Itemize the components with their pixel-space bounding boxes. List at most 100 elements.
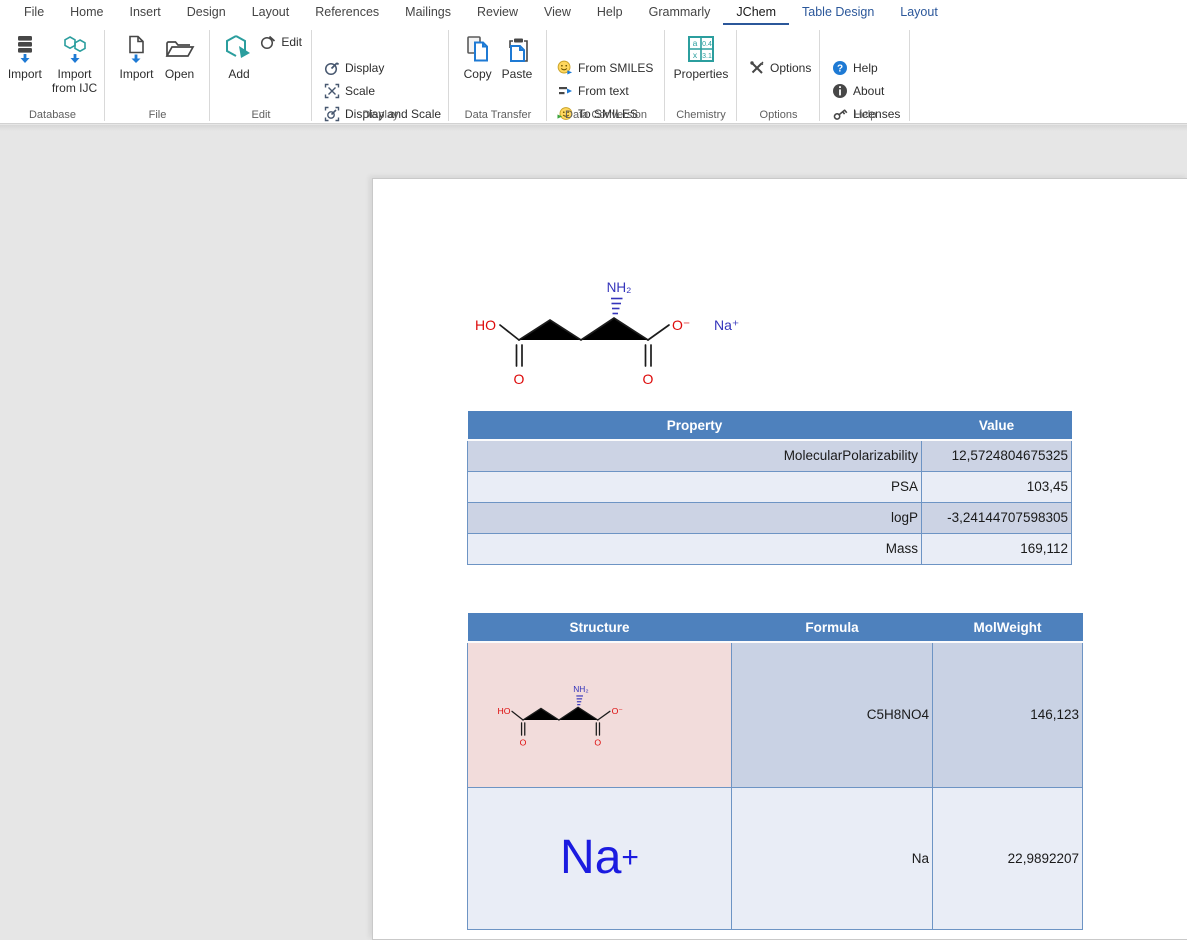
table-row: HO O NH₂ O⁻ O C5H8NO4 146,123 [468,642,1083,787]
about-button[interactable]: About [828,80,888,101]
molweight-cell[interactable]: 146,123 [933,642,1083,787]
tab-table-design[interactable]: Table Design [789,0,887,25]
scale-button[interactable]: Scale [320,80,379,101]
value-cell[interactable]: 169,112 [922,533,1072,564]
property-cell[interactable]: MolecularPolarizability [468,440,922,471]
atom-label-o-left: O [514,371,525,387]
database-icon [11,31,39,67]
atom-label-ho: HO [475,317,496,333]
tab-home[interactable]: Home [57,0,116,25]
value-cell[interactable]: -3,24144707598305 [922,502,1072,533]
edit-structure-button[interactable]: Edit [256,31,306,52]
property-table: Property Value MolecularPolarizability 1… [467,411,1072,565]
table-row: PSA 103,45 [468,471,1072,502]
counter-ion-label: Na⁺ [714,317,739,333]
group-label-edit: Edit [210,109,312,121]
ribbon-group-file: Import Open File [105,25,210,124]
tab-grammarly[interactable]: Grammarly [636,0,724,25]
tab-file[interactable]: File [11,0,57,25]
molweight-cell[interactable]: 22,9892207 [933,787,1083,929]
molecule-structure-image[interactable]: HO O NH₂ O⁻ O Na⁺ [462,268,752,393]
button-label: Edit [281,35,302,49]
ribbon-group-options: Options Options [737,25,820,124]
paste-button[interactable]: Paste [498,29,537,81]
value-header-cell[interactable]: Value [922,411,1072,440]
atom-label-o-minus: O⁻ [672,317,690,333]
options-button[interactable]: Options [745,57,815,78]
value-cell[interactable]: 103,45 [922,471,1072,502]
group-label-help: Help [820,109,910,121]
document-icon [123,31,149,67]
atom-label-ho: HO [498,706,511,716]
group-label-data-transfer: Data Transfer [449,109,547,121]
formula-cell[interactable]: C5H8NO4 [732,642,933,787]
table-header-row: Property Value [468,411,1072,440]
button-label: Import [119,67,153,81]
button-label: Scale [345,84,375,98]
import-from-database-button[interactable]: Import [4,29,46,95]
edit-icon [260,34,276,50]
table-header-row: Structure Formula MolWeight [468,613,1083,642]
tab-layout[interactable]: Layout [239,0,303,25]
tab-view[interactable]: View [531,0,584,25]
hexagon-cursor-icon [224,31,254,67]
smiley-arrow-icon [557,60,573,76]
tab-mailings[interactable]: Mailings [392,0,464,25]
tab-review[interactable]: Review [464,0,531,25]
import-from-ijc-button[interactable]: Import from IJC [48,29,101,95]
button-label: Properties [674,67,729,81]
ribbon-group-data-transfer: Copy Paste Data Transfer [449,25,547,124]
button-label: Copy [464,67,492,81]
button-label: from IJC [52,81,97,95]
tab-design[interactable]: Design [174,0,239,25]
tab-jchem[interactable]: JChem [723,0,789,25]
ribbon-group-chemistry: a0.4x3.1 Properties Chemistry [665,25,737,124]
tools-icon [749,60,765,76]
group-label-database: Database [0,109,105,121]
ribbon-group-edit: Add Edit Edit [210,25,312,124]
structure-header-cell[interactable]: Structure [468,613,732,642]
button-label: From SMILES [578,61,653,75]
structure-image-cell[interactable]: HO O NH₂ O⁻ O [468,642,732,787]
table-row: MolecularPolarizability 12,5724804675325 [468,440,1072,471]
group-label-display: Display [312,109,449,121]
svg-text:3.1: 3.1 [702,53,712,60]
ribbon-tab-bar: File Home Insert Design Layout Reference… [0,0,1187,25]
jchem-ribbon: Import Import from IJC Database Import [0,25,1187,124]
tab-layout-contextual[interactable]: Layout [887,0,951,25]
property-header-cell[interactable]: Property [468,411,922,440]
open-folder-icon [164,31,196,67]
group-label-chemistry: Chemistry [665,109,737,121]
property-cell[interactable]: logP [468,502,922,533]
button-label: Open [165,67,194,81]
import-file-button[interactable]: Import [115,29,157,81]
properties-button[interactable]: a0.4x3.1 Properties [670,29,733,81]
from-smiles-button[interactable]: From SMILES [553,57,657,78]
molecule-structure-thumbnail[interactable]: HO O NH₂ O⁻ O [490,678,658,751]
tab-help[interactable]: Help [584,0,636,25]
button-label: Import [8,67,42,81]
help-button[interactable]: ? Help [828,57,882,78]
value-cell[interactable]: 12,5724804675325 [922,440,1072,471]
add-structure-button[interactable]: Add [220,29,258,81]
button-label: Add [228,67,249,81]
table-row: logP -3,24144707598305 [468,502,1072,533]
ribbon-bottom-shadow [0,125,1187,131]
molweight-header-cell[interactable]: MolWeight [933,613,1083,642]
from-text-button[interactable]: From text [553,80,633,101]
display-button[interactable]: Display [320,57,388,78]
formula-cell[interactable]: Na [732,787,933,929]
property-cell[interactable]: Mass [468,533,922,564]
tab-insert[interactable]: Insert [117,0,174,25]
table-row: Mass 169,112 [468,533,1072,564]
ribbon-group-database: Import Import from IJC Database [0,25,105,124]
tab-references[interactable]: References [302,0,392,25]
copy-button[interactable]: Copy [460,29,496,81]
property-cell[interactable]: PSA [468,471,922,502]
formula-header-cell[interactable]: Formula [732,613,933,642]
button-label: Import [57,67,91,81]
open-file-button[interactable]: Open [160,29,200,81]
group-label-data-conversion: Data Conversion [547,109,665,121]
structure-image-cell[interactable]: Na+ [468,787,732,929]
button-label: Display [345,61,384,75]
